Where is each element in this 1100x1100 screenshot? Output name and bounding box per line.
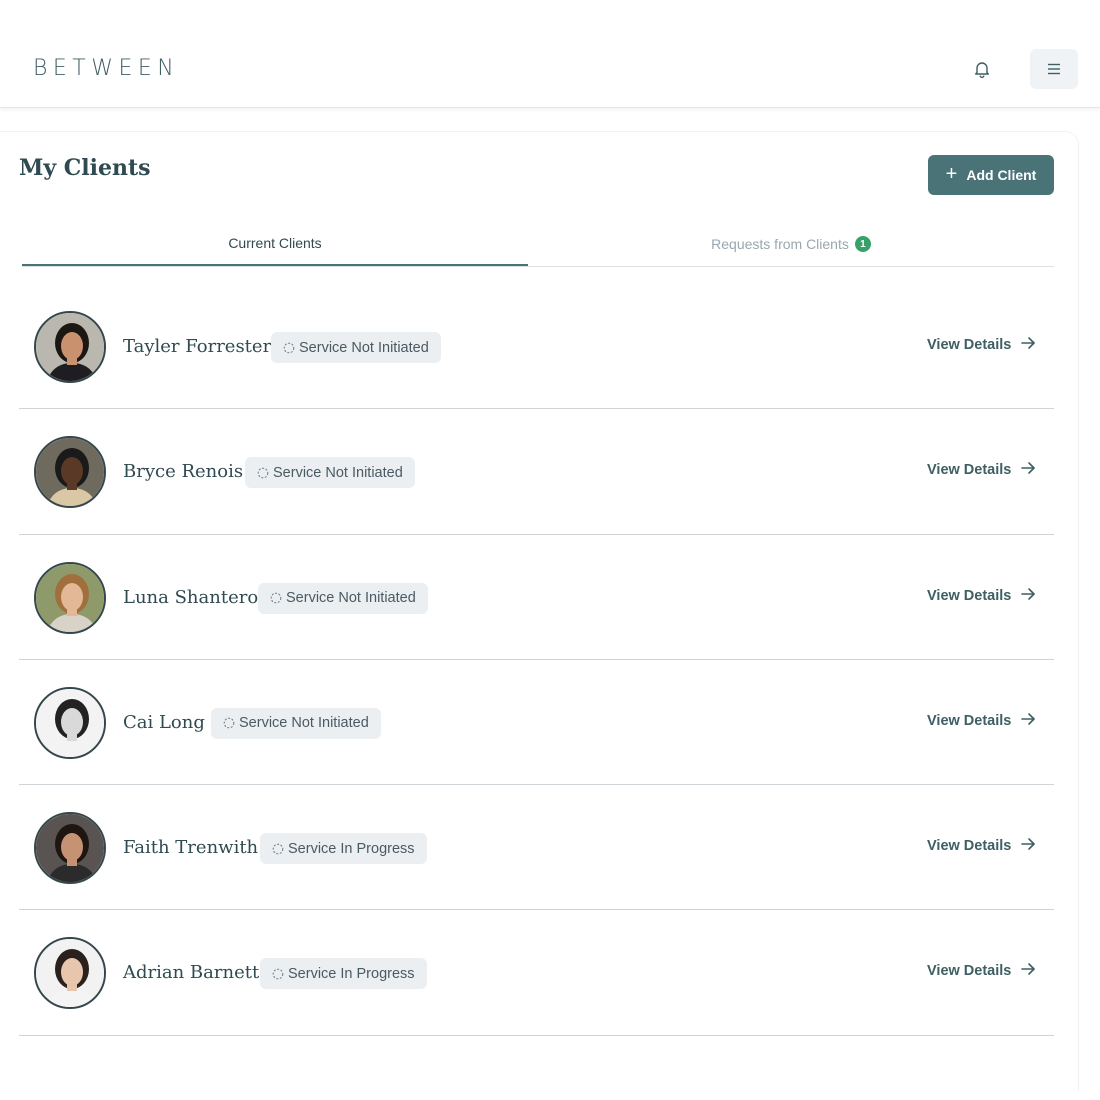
client-row: Tayler Forrester Service Not Initiated Vie… [19,284,1054,410]
client-avatar [34,686,106,759]
status-label: Service Not Initiated [286,590,416,607]
status-label: Service In Progress [288,840,415,857]
client-name: Adrian Barnett [123,962,260,984]
client-row: Adrian Barnett Service In Progress View De… [19,910,1054,1036]
status-badge: Service Not Initiated [245,457,415,489]
hamburger-menu-icon [1048,63,1060,75]
client-name: Bryce Renois [123,461,244,483]
arrow-right-icon [1020,335,1036,355]
arrow-right-icon [1020,586,1036,606]
view-details-label: View Details [927,712,1012,729]
view-details-link[interactable]: View Details [927,586,1036,606]
add-client-button[interactable]: + Add Client [928,155,1054,195]
status-label: Service Not Initiated [273,464,403,481]
arrow-right-icon [1020,836,1036,856]
client-row: Cai Long Service Not Initiated View Detail… [19,660,1054,786]
status-badge: Service Not Initiated [271,332,441,363]
client-list: Tayler Forrester Service Not Initiated Vie… [19,284,1054,1036]
between-logo[interactable]: BETWEEN [33,56,179,81]
view-details-label: View Details [927,587,1012,604]
client-row: Bryce Renois Service Not Initiated View De… [19,409,1054,535]
client-row: Faith Trenwith Service In Progress View De… [19,785,1054,911]
tab-requests-label: Requests from Clients [711,236,849,252]
client-name: Tayler Forrester [123,336,272,357]
client-avatar [34,561,106,634]
view-details-link[interactable]: View Details [927,961,1036,981]
top-nav-bar: BETWEEN [0,0,1100,108]
status-badge: Service In Progress [260,833,427,865]
hamburger-menu-button[interactable] [1030,49,1078,89]
arrow-right-icon [1020,961,1036,981]
view-details-label: View Details [927,963,1012,980]
requests-count-badge: 1 [854,236,871,252]
client-avatar [34,812,106,885]
loading-icon [270,592,282,604]
view-details-label: View Details [927,838,1012,855]
status-label: Service Not Initiated [239,715,369,732]
arrow-right-icon [1020,711,1036,731]
client-avatar [34,937,106,1010]
bell-icon[interactable] [972,59,992,79]
status-badge: Service In Progress [260,958,427,990]
loading-icon [283,342,295,353]
view-details-label: View Details [927,337,1012,353]
status-badge: Service Not Initiated [258,582,428,614]
client-row: Luna Shantero Service Not Initiated View D… [19,535,1054,660]
view-details-link[interactable]: View Details [927,711,1036,731]
client-name: Luna Shantero [123,586,259,608]
view-details-link[interactable]: View Details [927,836,1036,856]
status-label: Service Not Initiated [299,339,429,356]
view-details-label: View Details [927,462,1012,479]
plus-icon: + [945,163,958,185]
tab-current-clients[interactable]: Current Clients [22,222,528,266]
client-avatar [34,436,106,509]
view-details-link[interactable]: View Details [927,335,1036,355]
client-name: Cai Long [123,711,205,733]
tab-current-clients-label: Current Clients [228,235,322,251]
status-badge: Service Not Initiated [211,707,381,739]
client-avatar [34,311,106,383]
arrow-right-icon [1020,460,1036,480]
add-client-label: Add Client [966,167,1037,183]
status-label: Service In Progress [288,965,415,982]
client-name: Faith Trenwith [123,837,259,859]
view-details-link[interactable]: View Details [927,460,1036,480]
tab-requests-from-clients[interactable]: Requests from Clients 1 [528,222,1054,266]
loading-icon [257,467,269,479]
loading-icon [272,843,284,854]
loading-icon [223,718,235,729]
loading-icon [272,968,284,980]
page-title: My Clients [19,155,151,181]
client-tabs: Current Clients Requests from Clients 1 [22,222,1054,267]
